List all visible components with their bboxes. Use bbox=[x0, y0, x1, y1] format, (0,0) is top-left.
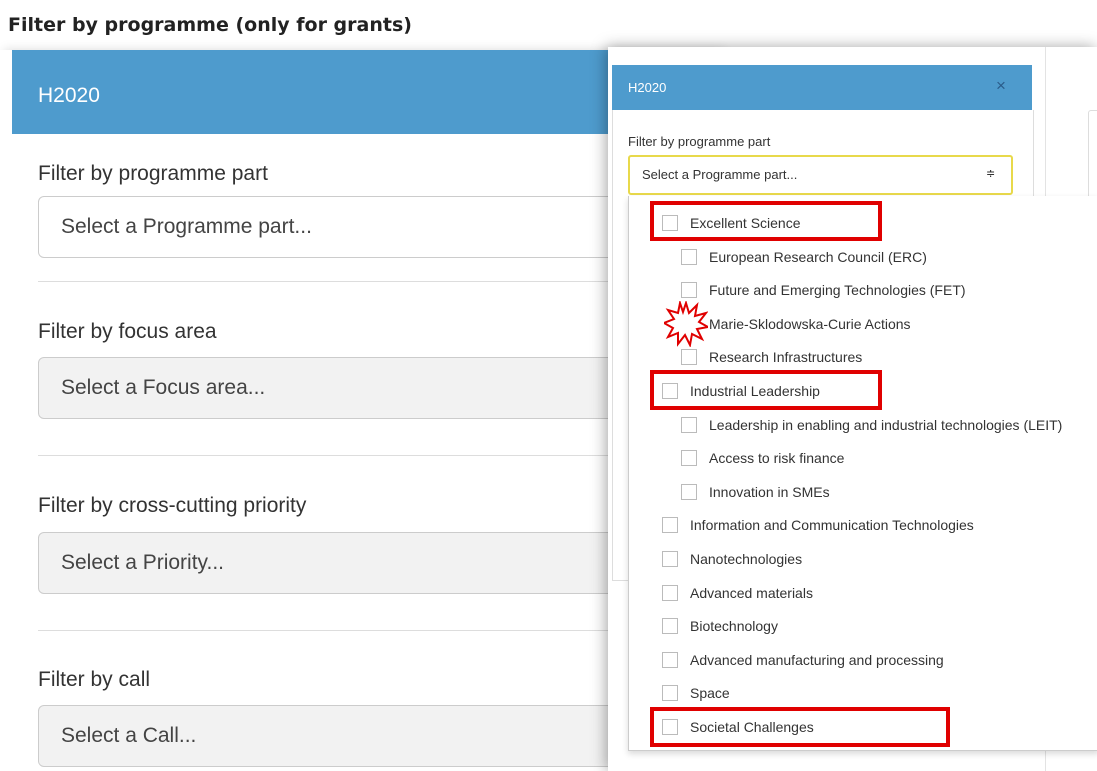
option-access-to-risk-finance[interactable]: Access to risk finance bbox=[681, 447, 844, 469]
option-label: Future and Emerging Technologies (FET) bbox=[709, 282, 966, 299]
divider bbox=[38, 630, 678, 631]
option-innovation-in-smes[interactable]: Innovation in SMEs bbox=[681, 481, 830, 503]
modal-header bbox=[612, 65, 1032, 110]
checkbox[interactable] bbox=[681, 248, 697, 265]
background-header bbox=[12, 50, 712, 134]
select-arrows-icon[interactable]: ≑ bbox=[986, 167, 995, 180]
option-nanotechnologies[interactable]: Nanotechnologies bbox=[662, 548, 802, 570]
option-future-and-emerging-technologies-fet[interactable]: Future and Emerging Technologies (FET) bbox=[681, 279, 966, 301]
focus-area-select[interactable]: Select a Focus area... bbox=[38, 357, 678, 419]
highlight-box bbox=[650, 370, 882, 410]
option-biotechnology[interactable]: Biotechnology bbox=[662, 615, 778, 637]
option-marie-sklodowska-curie-actions[interactable]: Marie-Sklodowska-Curie Actions bbox=[681, 313, 911, 335]
checkbox[interactable] bbox=[662, 685, 678, 702]
priority-select[interactable]: Select a Priority... bbox=[38, 532, 678, 594]
page-title: Filter by programme (only for grants) bbox=[8, 14, 412, 36]
highlight-box bbox=[650, 201, 882, 241]
option-label: Space bbox=[690, 685, 730, 702]
option-label: Innovation in SMEs bbox=[709, 483, 830, 500]
checkbox[interactable] bbox=[662, 517, 678, 534]
filter-focus-area-label: Filter by focus area bbox=[38, 320, 217, 343]
call-select[interactable]: Select a Call... bbox=[38, 705, 678, 767]
checkbox[interactable] bbox=[681, 349, 697, 366]
modal-filter-label: Filter by programme part bbox=[628, 134, 771, 149]
option-label: Biotechnology bbox=[690, 618, 778, 635]
checkbox[interactable] bbox=[662, 584, 678, 601]
checkbox[interactable] bbox=[662, 651, 678, 668]
option-label: European Research Council (ERC) bbox=[709, 248, 927, 265]
divider bbox=[38, 455, 678, 456]
option-label: Advanced manufacturing and processing bbox=[690, 651, 944, 668]
option-information-and-communication-technologies[interactable]: Information and Communication Technologi… bbox=[662, 514, 974, 536]
modal-header-title: H2020 bbox=[628, 80, 667, 95]
option-label: Advanced materials bbox=[690, 584, 813, 601]
option-label: Research Infrastructures bbox=[709, 349, 863, 366]
close-icon[interactable]: × bbox=[996, 76, 1006, 96]
option-label: Leadership in enabling and industrial te… bbox=[709, 416, 1063, 433]
checkbox[interactable] bbox=[662, 551, 678, 567]
option-european-research-council-erc[interactable]: European Research Council (ERC) bbox=[681, 246, 927, 268]
option-advanced-manufacturing-and-processing[interactable]: Advanced manufacturing and processing bbox=[662, 649, 944, 671]
checkbox[interactable] bbox=[662, 618, 678, 635]
option-label: Information and Communication Technologi… bbox=[690, 517, 974, 534]
programme-part-dropdown: Excellent Science European Research Counc… bbox=[628, 196, 1097, 751]
starburst-icon bbox=[664, 301, 708, 347]
divider bbox=[38, 281, 678, 282]
option-label: Nanotechnologies bbox=[690, 551, 803, 567]
option-label: Access to risk finance bbox=[709, 450, 845, 467]
filter-priority-label: Filter by cross-cutting priority bbox=[38, 494, 307, 517]
option-research-infrastructures[interactable]: Research Infrastructures bbox=[681, 346, 862, 368]
checkbox[interactable] bbox=[681, 483, 697, 500]
modal-programme-part-select[interactable]: Select a Programme part... bbox=[628, 155, 1013, 195]
option-leadership-in-enabling-and-industrial-technologies-leit[interactable]: Leadership in enabling and industrial te… bbox=[681, 414, 1062, 436]
option-label: Marie-Sklodowska-Curie Actions bbox=[709, 315, 911, 332]
filter-programme-part-label: Filter by programme part bbox=[38, 162, 268, 185]
checkbox[interactable] bbox=[681, 450, 697, 467]
checkbox[interactable] bbox=[681, 416, 697, 433]
option-space[interactable]: Space bbox=[662, 682, 730, 704]
background-header-title: H2020 bbox=[38, 84, 100, 107]
option-advanced-materials[interactable]: Advanced materials bbox=[662, 582, 813, 604]
checkbox[interactable] bbox=[681, 282, 697, 299]
filter-call-label: Filter by call bbox=[38, 668, 151, 691]
highlight-box bbox=[650, 707, 950, 747]
programme-part-select[interactable]: Select a Programme part... bbox=[38, 196, 678, 258]
